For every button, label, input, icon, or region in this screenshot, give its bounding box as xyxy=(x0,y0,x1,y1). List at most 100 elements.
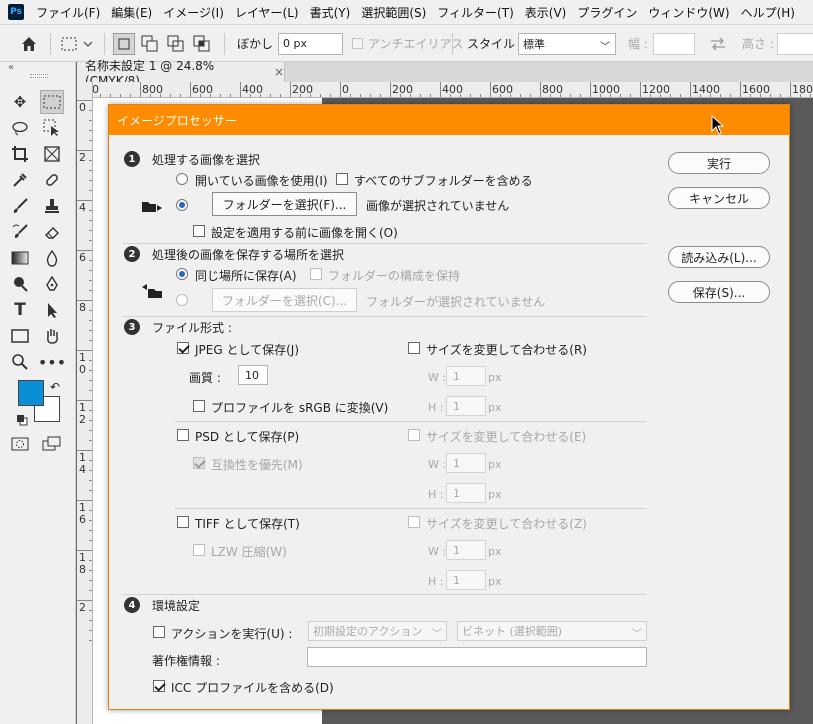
blur-tool-icon[interactable] xyxy=(40,246,64,270)
pen-tool-icon[interactable] xyxy=(40,272,64,296)
menu-help[interactable]: ヘルプ(H) xyxy=(741,4,795,21)
save-settings-button[interactable]: 保存(S)... xyxy=(668,281,770,303)
keep-structure-checkbox[interactable] xyxy=(310,268,322,280)
dialog-title-bar[interactable]: イメージプロセッサー xyxy=(109,105,789,135)
save-tiff-checkbox[interactable] xyxy=(177,516,189,528)
maximize-compat-label: 互換性を優先(M) xyxy=(211,458,303,472)
open-first-checkbox[interactable] xyxy=(193,225,205,237)
jpeg-width-input[interactable]: 1 xyxy=(446,366,486,386)
spot-healing-brush-icon[interactable] xyxy=(40,168,64,192)
collapse-icon[interactable]: « xyxy=(8,62,14,73)
menu-edit[interactable]: 編集(E) xyxy=(111,4,152,21)
menu-window[interactable]: ウィンドウ(W) xyxy=(648,4,729,21)
copyright-input[interactable] xyxy=(307,647,647,667)
jpeg-width-unit: px xyxy=(488,371,502,384)
tiff-width-input[interactable]: 1 xyxy=(446,540,486,560)
jpeg-resize-checkbox[interactable] xyxy=(408,342,420,354)
subtract-selection-icon[interactable] xyxy=(165,33,187,55)
quality-label: 画質 : xyxy=(189,371,221,385)
save-psd-checkbox[interactable] xyxy=(177,429,189,441)
intersect-selection-icon[interactable] xyxy=(191,33,213,55)
psd-width-input[interactable]: 1 xyxy=(446,453,486,473)
more-tools-icon[interactable]: ••• xyxy=(38,350,66,374)
screen-mode-icon[interactable] xyxy=(40,432,64,456)
save-jpeg-checkbox[interactable] xyxy=(177,342,189,354)
cancel-button[interactable]: キャンセル xyxy=(668,187,770,209)
foreground-color-swatch[interactable] xyxy=(18,380,44,406)
maximize-compat-checkbox[interactable] xyxy=(193,457,205,469)
new-selection-icon[interactable] xyxy=(113,32,135,55)
use-open-images-radio[interactable] xyxy=(176,173,188,185)
include-subfolders-checkbox[interactable] xyxy=(336,173,348,185)
select-folder-radio[interactable] xyxy=(176,199,188,211)
save-same-location-radio[interactable] xyxy=(176,268,188,280)
width-input[interactable] xyxy=(653,32,695,55)
psd-height-input[interactable]: 1 xyxy=(446,483,486,503)
convert-srgb-checkbox[interactable] xyxy=(193,400,205,412)
ruler-tick xyxy=(740,82,741,97)
gradient-tool-icon[interactable] xyxy=(8,246,32,270)
add-selection-icon[interactable] xyxy=(139,33,161,55)
tiff-height-input[interactable]: 1 xyxy=(446,570,486,590)
style-select[interactable]: 標準 ﹀ xyxy=(518,32,616,55)
action-select[interactable]: ビネット (選択範囲) ﹀ xyxy=(457,621,647,641)
quick-mask-icon[interactable] xyxy=(8,432,32,456)
select-destination-radio[interactable] xyxy=(176,294,188,306)
ruler-label: 1800 xyxy=(792,83,813,96)
document-tab[interactable]: 名称未設定 1 @ 24.8% (CMYK/8) × xyxy=(77,59,285,88)
rectangular-marquee-tool-icon[interactable] xyxy=(40,90,64,114)
ruler-label: 1 2 xyxy=(79,401,86,426)
clone-stamp-tool-icon[interactable] xyxy=(40,194,64,218)
menu-select[interactable]: 選択範囲(S) xyxy=(361,4,426,21)
menu-image[interactable]: イメージ(I) xyxy=(163,4,224,21)
object-selection-tool-icon[interactable] xyxy=(40,116,64,140)
dodge-tool-icon[interactable] xyxy=(8,272,32,296)
close-tab-icon[interactable]: × xyxy=(274,65,284,79)
history-brush-tool-icon[interactable] xyxy=(8,220,32,244)
hand-tool-icon[interactable] xyxy=(40,324,64,348)
psd-resize-checkbox[interactable] xyxy=(408,429,420,441)
run-action-checkbox[interactable] xyxy=(153,626,165,638)
zoom-tool-icon[interactable] xyxy=(8,350,32,374)
height-input[interactable] xyxy=(777,32,813,55)
select-destination-folder-button[interactable]: フォルダーを選択(C)... xyxy=(212,288,357,312)
quality-input[interactable]: 10 xyxy=(238,365,268,385)
eyedropper-tool-icon[interactable] xyxy=(8,168,32,192)
eraser-tool-icon[interactable] xyxy=(40,220,64,244)
panel-grip-icon[interactable] xyxy=(30,74,48,78)
default-colors-icon[interactable] xyxy=(16,414,28,429)
menu-plugins[interactable]: プラグイン xyxy=(577,4,637,21)
menu-filter[interactable]: フィルター(T) xyxy=(437,4,513,21)
frame-tool-icon[interactable] xyxy=(40,142,64,166)
swap-icon[interactable] xyxy=(709,25,727,62)
divider xyxy=(123,243,646,244)
load-button[interactable]: 読み込み(L)... xyxy=(668,246,770,268)
menu-file[interactable]: ファイル(F) xyxy=(36,4,100,21)
action-set-select[interactable]: 初期設定のアクション ﹀ xyxy=(308,621,447,641)
home-icon[interactable] xyxy=(20,25,38,62)
jpeg-height-input[interactable]: 1 xyxy=(446,396,486,416)
lzw-checkbox[interactable] xyxy=(193,544,205,556)
include-icc-checkbox[interactable] xyxy=(153,680,165,692)
run-button[interactable]: 実行 xyxy=(668,152,770,174)
menu-type[interactable]: 書式(Y) xyxy=(310,4,351,21)
section3-number-badge: 3 xyxy=(124,319,140,335)
ruler-label: 1 8 xyxy=(79,551,86,576)
tiff-resize-checkbox[interactable] xyxy=(408,516,420,528)
path-selection-tool-icon[interactable] xyxy=(40,298,64,322)
brush-tool-icon[interactable] xyxy=(8,194,32,218)
move-tool-icon[interactable]: ✥ xyxy=(8,90,32,114)
type-tool-icon[interactable]: T xyxy=(8,298,32,322)
rectangle-tool-icon[interactable] xyxy=(8,324,32,348)
feather-input[interactable]: 0 px xyxy=(278,32,343,55)
section1-number-badge: 1 xyxy=(124,151,140,167)
antialias-checkbox[interactable] xyxy=(352,38,363,49)
select-source-folder-button[interactable]: フォルダーを選択(F)... xyxy=(212,192,357,216)
lasso-tool-icon[interactable] xyxy=(8,116,32,140)
action-value: ビネット (選択範囲) xyxy=(462,625,563,638)
menu-layer[interactable]: レイヤー(L) xyxy=(235,4,299,21)
swap-colors-icon[interactable]: ↶ xyxy=(50,380,60,394)
menu-view[interactable]: 表示(V) xyxy=(525,4,567,21)
style-label: スタイル : xyxy=(467,37,523,51)
crop-tool-icon[interactable] xyxy=(8,142,32,166)
